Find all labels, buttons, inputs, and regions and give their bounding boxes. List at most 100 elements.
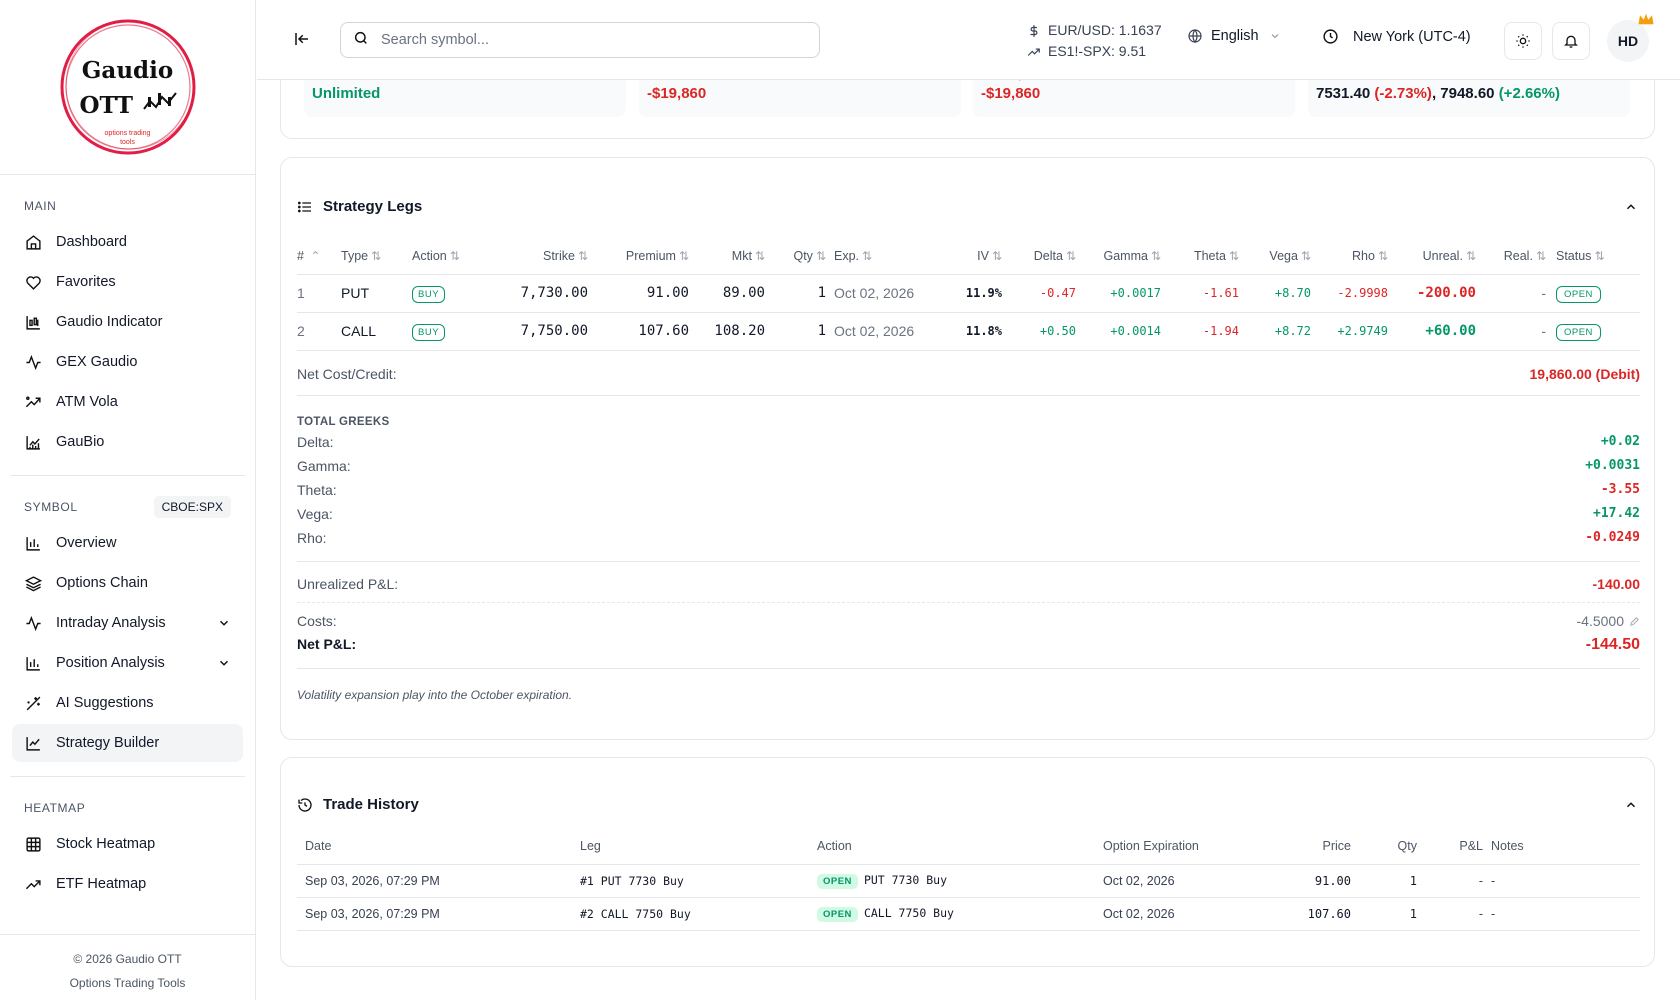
breakeven-value: 7531.40 (-2.73%), 7948.60 (+2.66%)	[1316, 85, 1560, 102]
col-gamma[interactable]: Gamma ⇅	[1076, 238, 1161, 275]
chevron-down-icon[interactable]	[217, 616, 231, 630]
leg-type: PUT	[341, 274, 412, 313]
col-rho[interactable]: Rho ⇅	[1311, 238, 1388, 275]
history-table: Date Leg Action Option Expiration Price …	[297, 828, 1640, 931]
sidebar-item-label: Favorites	[56, 274, 116, 290]
chart-area-icon	[24, 433, 42, 451]
total-greeks-heading: TOTAL GREEKS	[297, 416, 390, 428]
history-row[interactable]: Sep 03, 2026, 07:29 PM #1 PUT 7730 Buy O…	[297, 864, 1640, 898]
sidebar-item-dashboard[interactable]: Dashboard	[12, 223, 243, 261]
line-chart-icon	[24, 734, 42, 752]
col-notes: Notes	[1483, 828, 1640, 865]
sidebar-item-stock-heatmap[interactable]: Stock Heatmap	[12, 825, 243, 863]
col-delta[interactable]: Delta ⇅	[1002, 238, 1076, 275]
sidebar-item-label: Gaudio Indicator	[56, 314, 163, 330]
sidebar-item-gaubio[interactable]: GauBio	[12, 423, 243, 461]
col-type[interactable]: Type ⇅	[341, 238, 412, 275]
logo-word-2: OTT	[79, 92, 133, 119]
language-select[interactable]: English	[1187, 28, 1289, 44]
sidebar-item-overview[interactable]: Overview	[12, 524, 243, 562]
col-unreal[interactable]: Unreal. ⇅	[1388, 238, 1476, 275]
sidebar-item-favorites[interactable]: Favorites	[12, 263, 243, 301]
col-strike[interactable]: Strike ⇅	[502, 238, 588, 275]
search-box[interactable]	[340, 22, 820, 58]
col-theta[interactable]: Theta ⇅	[1161, 238, 1239, 275]
history-pl: -	[1417, 864, 1483, 898]
history-action: OPEN PUT 7730 Buy	[809, 864, 1095, 898]
edit-pencil-icon[interactable]	[1629, 616, 1640, 627]
list-icon	[298, 201, 311, 212]
sidebar-item-etf-heatmap[interactable]: ETF Heatmap	[12, 865, 243, 903]
history-qty: 1	[1351, 897, 1417, 931]
leg-exp: Oct 02, 2026	[826, 312, 936, 351]
max-loss-value: -$19,860	[647, 85, 707, 102]
history-exp: Oct 02, 2026	[1095, 864, 1245, 898]
symbol-nav: SYMBOL CBOE:SPX Overview Options Chain I…	[0, 496, 255, 762]
sidebar-item-intraday-analysis[interactable]: Intraday Analysis	[12, 604, 243, 642]
timezone-display[interactable]: New York (UTC-4)	[1322, 28, 1471, 45]
collapse-legs-icon[interactable]	[1624, 200, 1638, 219]
history-exp: Oct 02, 2026	[1095, 897, 1245, 931]
net-pl-value: -144.50	[1585, 636, 1640, 653]
leg-delta: -0.47	[1002, 274, 1076, 313]
col-vega[interactable]: Vega ⇅	[1239, 238, 1311, 275]
collapse-history-icon[interactable]	[1624, 798, 1638, 817]
col-iv[interactable]: IV ⇅	[936, 238, 1002, 275]
divider	[297, 668, 1640, 669]
leg-status: OPEN	[1546, 312, 1640, 351]
leg-real: -	[1476, 274, 1546, 313]
sidebar-item-ai-suggestions[interactable]: AI Suggestions	[12, 684, 243, 722]
grid-icon	[24, 835, 42, 853]
history-icon	[298, 797, 312, 812]
brand-logo[interactable]: Gaudio OTT options trading tools	[58, 17, 198, 157]
sidebar-item-gaudio-indicator[interactable]: Gaudio Indicator	[12, 303, 243, 341]
greek-row-theta: Theta: -3.55	[297, 482, 1640, 498]
col-status[interactable]: Status ⇅	[1546, 238, 1640, 275]
main-nav: MAIN Dashboard Favorites Gaudio Indicato…	[0, 195, 255, 461]
col-pl: P&L	[1417, 828, 1483, 865]
eur-usd-rate: EUR/USD: 1.1637	[1027, 20, 1162, 41]
col-num[interactable]: # ⌃	[297, 238, 341, 275]
sidebar-item-label: Intraday Analysis	[56, 615, 166, 631]
col-option-expiration: Option Expiration	[1095, 828, 1245, 865]
leg-num: 1	[297, 274, 341, 313]
leg-iv: 11.9%	[936, 274, 1002, 313]
leg-theta: -1.61	[1161, 274, 1239, 313]
sidebar-item-label: GauBio	[56, 434, 105, 450]
history-notes: -	[1483, 864, 1640, 898]
divider	[10, 475, 245, 476]
col-action[interactable]: Action ⇅	[412, 238, 502, 275]
chevron-down-icon[interactable]	[217, 656, 231, 670]
col-real[interactable]: Real. ⇅	[1476, 238, 1546, 275]
col-qty[interactable]: Qty ⇅	[765, 238, 826, 275]
leg-real: -	[1476, 312, 1546, 351]
unrealized-value: -140.00	[1592, 576, 1640, 592]
leg-gamma: +0.0017	[1076, 274, 1161, 313]
history-row[interactable]: Sep 03, 2026, 07:29 PM #2 CALL 7750 Buy …	[297, 897, 1640, 931]
col-premium[interactable]: Premium ⇅	[588, 238, 689, 275]
trade-history-card: Trade History Date Leg Action Option Exp…	[280, 757, 1655, 967]
col-exp[interactable]: Exp. ⇅	[826, 238, 936, 275]
notifications-button[interactable]	[1552, 22, 1590, 60]
user-avatar[interactable]: HD	[1607, 20, 1649, 62]
sidebar-item-strategy-builder[interactable]: Strategy Builder	[12, 724, 243, 762]
sidebar-item-atm-vola[interactable]: ATM Vola	[12, 383, 243, 421]
home-icon	[24, 233, 42, 251]
chevron-down-icon	[1271, 34, 1279, 39]
history-pl: -	[1417, 897, 1483, 931]
collapse-sidebar-icon[interactable]	[293, 30, 313, 50]
logo-word-1: Gaudio	[81, 57, 174, 84]
col-mkt[interactable]: Mkt ⇅	[689, 238, 765, 275]
search-input[interactable]	[381, 32, 781, 48]
theme-toggle-button[interactable]	[1504, 22, 1542, 60]
leg-num: 2	[297, 312, 341, 351]
divider	[297, 602, 1640, 603]
sidebar-item-options-chain[interactable]: Options Chain	[12, 564, 243, 602]
sidebar-item-gex-gaudio[interactable]: GEX Gaudio	[12, 343, 243, 381]
sidebar-item-label: ATM Vola	[56, 394, 118, 410]
leg-row[interactable]: 2 CALL BUY 7,750.00 107.60 108.20 1 Oct …	[297, 312, 1640, 351]
leg-premium: 107.60	[588, 312, 689, 351]
history-leg: #1 PUT 7730 Buy	[572, 864, 809, 898]
sidebar-item-position-analysis[interactable]: Position Analysis	[12, 644, 243, 682]
leg-row[interactable]: 1 PUT BUY 7,730.00 91.00 89.00 1 Oct 02,…	[297, 274, 1640, 313]
